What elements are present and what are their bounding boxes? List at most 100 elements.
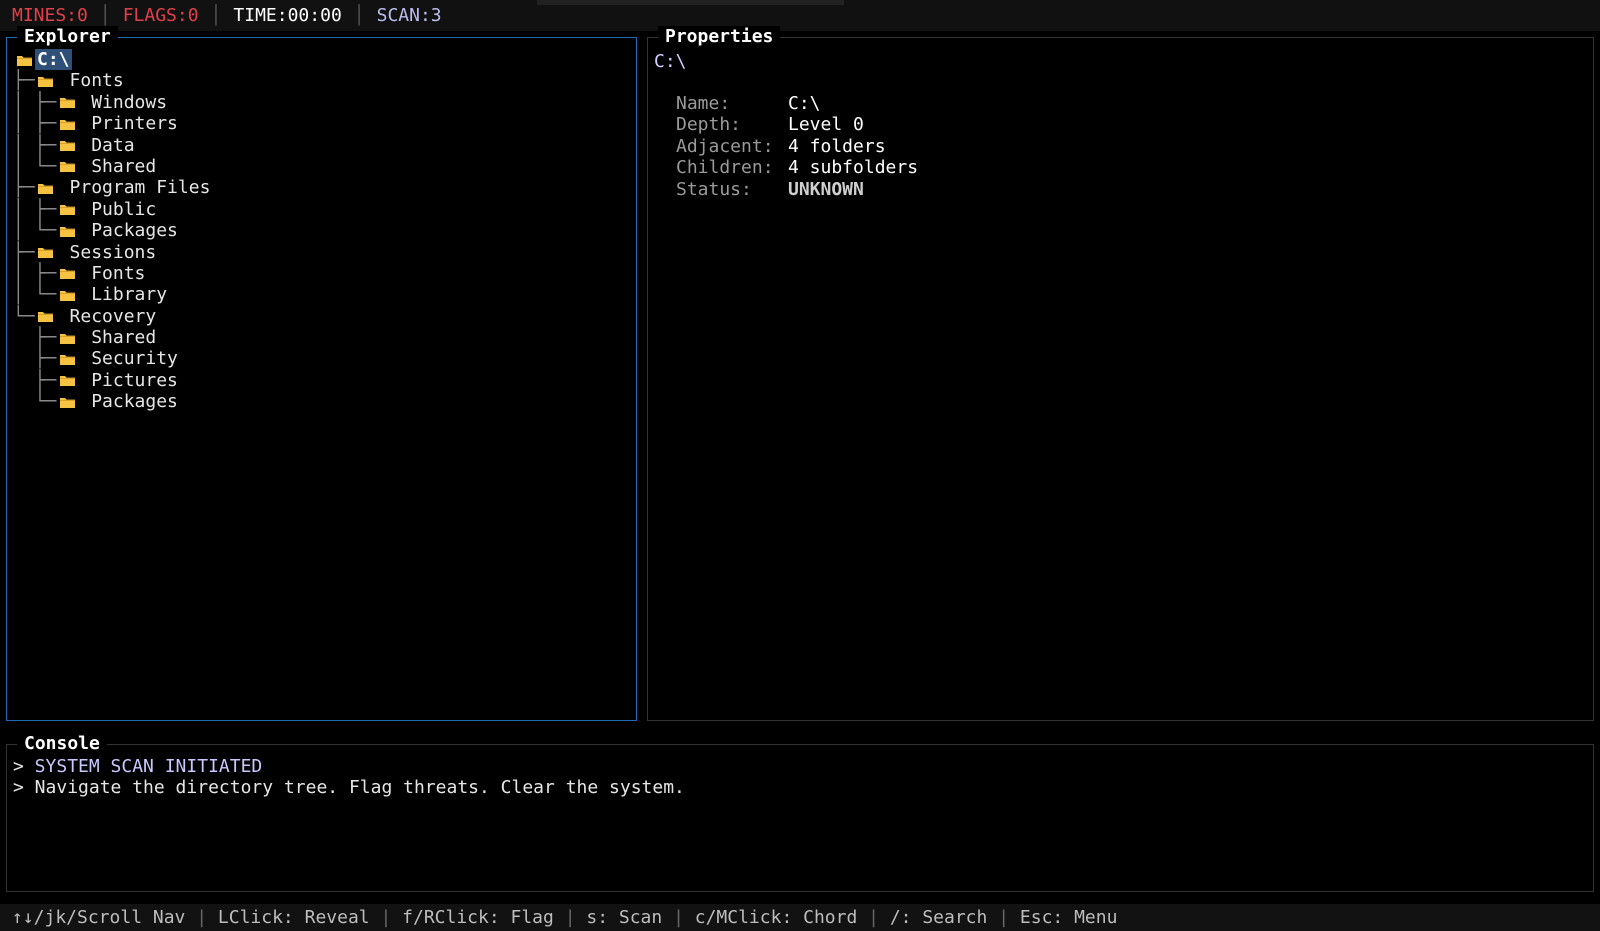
tree-item-label: Sessions (58, 241, 157, 263)
tree-guide: │ ├─ (13, 134, 57, 156)
console-title: Console (17, 733, 107, 755)
folder-icon (56, 284, 78, 305)
folder-icon (35, 70, 57, 91)
tree-item[interactable]: └─ Recovery (13, 306, 212, 327)
tree-item[interactable]: ├─ Shared (13, 327, 212, 348)
property-row: Depth: Level 0 (676, 114, 918, 135)
folder-icon (56, 113, 78, 134)
tree-guide: │ ├─ (13, 91, 57, 113)
status-separator: │ (210, 5, 222, 26)
help-separator: | (662, 907, 695, 928)
folder-icon (13, 49, 35, 70)
status-separator: │ (99, 5, 111, 26)
tree-guide: │ ├─ (13, 262, 57, 284)
tree-item[interactable]: │ ├─ Windows (13, 92, 212, 113)
time-counter: TIME:00:00 (233, 5, 342, 26)
tree-item[interactable]: │ ├─ Printers (13, 113, 212, 134)
help-bar: ↑↓/jk/Scroll Nav | LClick: Reveal | f/RC… (0, 904, 1600, 931)
property-value: Level 0 (788, 114, 864, 136)
tree-item[interactable]: │ └─ Shared (13, 156, 212, 177)
tree-guide: ├─ (13, 241, 35, 263)
folder-icon (56, 370, 78, 391)
folder-icon (35, 306, 57, 327)
console-line: > SYSTEM SCAN INITIATED (13, 756, 685, 777)
tree-item-label: Recovery (58, 305, 157, 327)
properties-panel: Properties C:\ Name: C:\ Depth: Level 0 Adja… (647, 26, 1594, 721)
help-hint: f/RClick: Flag (402, 907, 554, 928)
property-value: UNKNOWN (788, 178, 864, 200)
status-separator: │ (353, 5, 365, 26)
help-separator: | (553, 907, 587, 928)
property-row: Adjacent: 4 folders (676, 136, 918, 157)
tree-item-label: Data (80, 134, 135, 156)
folder-icon (56, 220, 78, 241)
tree-guide: └─ (13, 305, 35, 327)
tree-guide: ├─ (13, 348, 57, 370)
tree-item[interactable]: │ ├─ Fonts (13, 263, 212, 284)
property-row: Children: 4 subfolders (676, 157, 918, 178)
tree-guide: │ ├─ (13, 198, 57, 220)
help-hint: /: Search (889, 907, 988, 928)
folder-icon (35, 242, 57, 263)
console-message: Navigate the directory tree. Flag threat… (23, 777, 685, 799)
tree-item-label: Packages (80, 391, 178, 413)
tree-item[interactable]: │ ├─ Data (13, 135, 212, 156)
help-hint: Esc: Menu (1019, 907, 1118, 928)
tree-item-label: Program Files (58, 177, 211, 199)
console-line: > Navigate the directory tree. Flag thre… (13, 777, 685, 798)
property-value: C:\ (788, 93, 821, 114)
help-separator: | (185, 907, 218, 928)
property-value: 4 folders (788, 135, 886, 157)
help-hint: s: Scan (586, 907, 663, 928)
properties-table: Name: C:\ Depth: Level 0 Adjacent: 4 folders C… (676, 93, 918, 200)
console-prompt: > (13, 777, 24, 799)
tree-item-label: Shared (80, 155, 157, 177)
help-separator: | (369, 907, 403, 928)
property-key: Name: (676, 93, 731, 114)
tree-item[interactable]: ├─ Pictures (13, 370, 212, 391)
tree-item-label: Windows (80, 91, 168, 113)
tree-item[interactable]: ├─ Program Files (13, 177, 212, 198)
tree-item-label: Printers (80, 113, 178, 135)
help-separator: | (857, 907, 890, 928)
property-key: Adjacent: (676, 135, 774, 157)
property-key: Children: (676, 157, 774, 179)
tree-guide: │ ├─ (13, 113, 57, 135)
tree-item[interactable]: │ └─ Library (13, 284, 212, 305)
tree-guide: └─ (13, 391, 57, 413)
help-hint: LClick: Reveal (217, 907, 370, 928)
tree-item[interactable]: ├─ Security (13, 348, 212, 369)
tree-guide: │ └─ (13, 155, 57, 177)
tree-item[interactable]: ├─ Fonts (13, 70, 212, 91)
tree-item[interactable]: C:\ (13, 49, 212, 71)
tree-item[interactable]: │ ├─ Public (13, 199, 212, 220)
folder-icon (56, 348, 78, 369)
tree-item-label: Public (80, 198, 157, 220)
folder-icon (56, 263, 78, 284)
property-value: 4 subfolders (788, 157, 919, 179)
flags-counter: FLAGS:0 (122, 5, 199, 26)
tree-item-label: Security (80, 348, 178, 370)
tree-item[interactable]: ├─ Sessions (13, 242, 212, 263)
tree-item[interactable]: └─ Packages (13, 391, 212, 412)
tree-guide: ├─ (13, 369, 57, 391)
tree-guide: │ └─ (13, 284, 57, 306)
properties-title: Properties (658, 26, 781, 48)
help-hint: ↑↓/jk/Scroll Nav (12, 907, 186, 928)
folder-icon (56, 391, 78, 412)
tree-guide: ├─ (13, 327, 57, 349)
folder-icon (56, 135, 78, 156)
tree-item-label: Library (80, 284, 168, 306)
directory-tree[interactable]: C:\ ├─ Fonts │ ├─ Windows │ ├─ Printers │ ├─… (13, 49, 212, 413)
properties-path: C:\ (654, 51, 687, 72)
explorer-panel[interactable]: Explorer C:\ ├─ Fonts │ ├─ Windows │ ├─ Pri… (6, 26, 637, 721)
tree-guide: │ └─ (13, 220, 57, 242)
folder-icon (56, 156, 78, 177)
tree-guide: ├─ (13, 70, 35, 92)
tree-item-label: Fonts (80, 262, 146, 284)
folder-icon (56, 92, 78, 113)
tree-item[interactable]: │ └─ Packages (13, 220, 212, 241)
console-output: > SYSTEM SCAN INITIATED > Navigate the di… (13, 756, 685, 799)
explorer-title: Explorer (17, 26, 118, 48)
property-key: Depth: (676, 114, 742, 136)
